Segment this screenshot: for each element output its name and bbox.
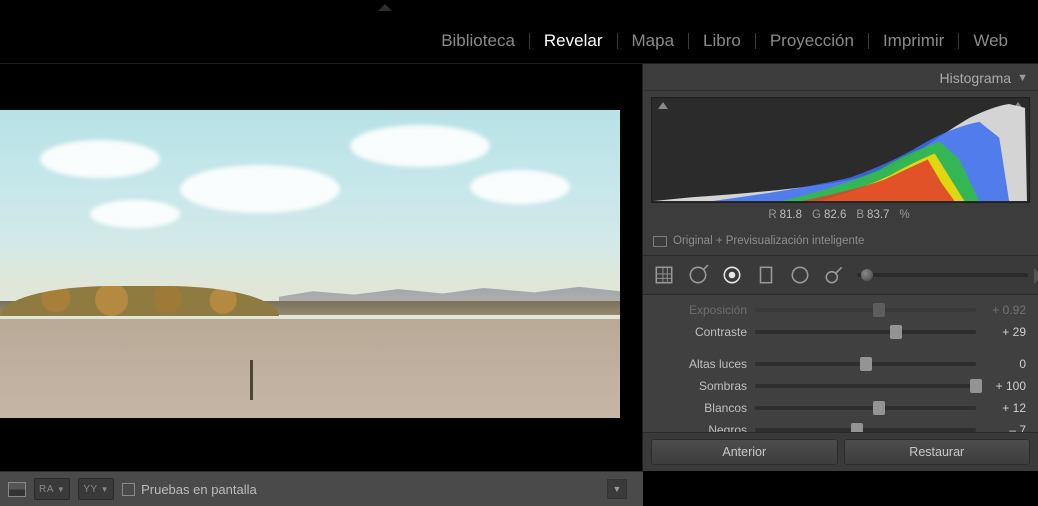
toolbar: RA▼ YY▼ Pruebas en pantalla ▼ (0, 471, 643, 506)
photo-preview[interactable] (0, 110, 620, 418)
basic-panel: Exposición + 0.92 Contraste + 29 Altas l… (643, 295, 1038, 432)
before-after-lr-icon[interactable]: RA▼ (34, 478, 70, 500)
blacks-slider[interactable]: Negros – 7 (655, 419, 1026, 432)
histogram-title: Histograma (940, 70, 1012, 86)
histogram[interactable] (651, 97, 1030, 203)
panel-expand-icon[interactable] (1034, 268, 1038, 284)
module-tab-proyección[interactable]: Proyección (756, 31, 868, 51)
whites-slider[interactable]: Blancos + 12 (655, 397, 1026, 419)
develop-right-panel: Histograma ▼ R81.8 G8 (642, 64, 1038, 471)
loupe-view-icon[interactable] (8, 482, 26, 497)
module-picker: BibliotecaRevelarMapaLibroProyecciónImpr… (0, 0, 1038, 64)
rgb-readout: R81.8 G82.6 B83.7 % (651, 203, 1030, 227)
module-tab-imprimir[interactable]: Imprimir (869, 31, 958, 51)
radial-filter-tool-icon[interactable] (789, 264, 811, 286)
histogram-panel-header[interactable]: Histograma ▼ (643, 64, 1038, 91)
toolbar-menu-dropdown[interactable]: ▼ (607, 479, 627, 499)
preview-rect-icon (653, 236, 667, 247)
highlights-slider[interactable]: Altas luces 0 (655, 353, 1026, 375)
reset-button[interactable]: Restaurar (844, 439, 1031, 465)
contrast-slider[interactable]: Contraste + 29 (655, 321, 1026, 343)
checkbox-icon[interactable] (122, 483, 135, 496)
module-tab-biblioteca[interactable]: Biblioteca (427, 31, 529, 51)
smart-preview-status: Original + Previsualización inteligente (643, 231, 1038, 256)
module-tab-web[interactable]: Web (959, 31, 1022, 51)
tool-strip (643, 256, 1038, 295)
image-preview-area (0, 64, 642, 471)
disclosure-triangle-icon[interactable]: ▼ (1017, 72, 1028, 84)
spot-removal-tool-icon[interactable] (687, 264, 709, 286)
graduated-filter-tool-icon[interactable] (755, 264, 777, 286)
shadows-slider[interactable]: Sombras + 100 (655, 375, 1026, 397)
crop-tool-icon[interactable] (653, 264, 675, 286)
before-after-tb-icon[interactable]: YY▼ (78, 478, 114, 500)
module-tab-libro[interactable]: Libro (689, 31, 755, 51)
exposure-slider[interactable]: Exposición + 0.92 (655, 299, 1026, 321)
top-collapse-triangle[interactable] (378, 4, 392, 11)
adjustment-brush-tool-icon[interactable] (823, 264, 845, 286)
tool-size-slider[interactable] (857, 273, 1028, 277)
module-tab-revelar[interactable]: Revelar (530, 31, 617, 51)
previous-button[interactable]: Anterior (651, 439, 838, 465)
module-tab-mapa[interactable]: Mapa (618, 31, 689, 51)
redeye-tool-icon[interactable] (721, 264, 743, 286)
soft-proofing-toggle[interactable]: Pruebas en pantalla (122, 482, 257, 497)
